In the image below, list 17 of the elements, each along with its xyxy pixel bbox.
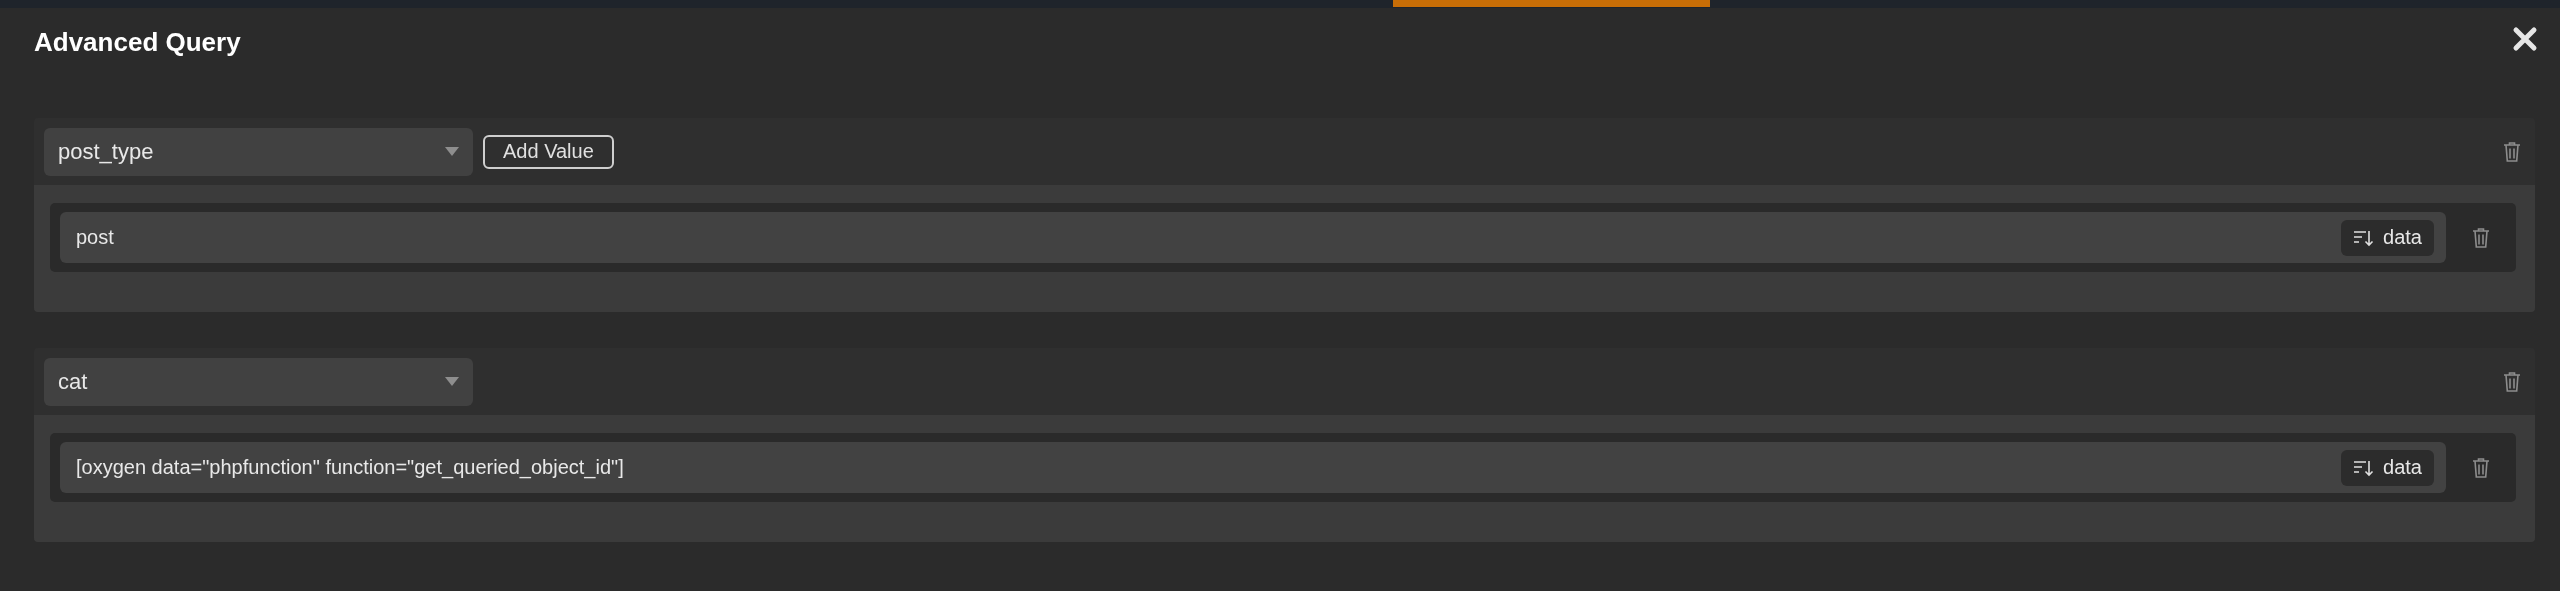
value-field[interactable]: post data bbox=[60, 212, 2446, 263]
trash-icon[interactable] bbox=[2472, 456, 2490, 479]
key-select[interactable]: post_type bbox=[44, 127, 473, 176]
key-select[interactable]: cat bbox=[44, 357, 473, 406]
trash-icon[interactable] bbox=[2503, 140, 2521, 163]
dialog-title: Advanced Query bbox=[34, 27, 241, 58]
close-icon[interactable] bbox=[2512, 26, 2538, 52]
sort-icon bbox=[2353, 228, 2376, 247]
trash-icon[interactable] bbox=[2472, 226, 2490, 249]
value-field[interactable]: [oxygen data="phpfunction" function="get_queried_object_id"] data bbox=[60, 442, 2446, 493]
data-button[interactable]: data bbox=[2341, 449, 2434, 486]
trash-icon[interactable] bbox=[2503, 370, 2521, 393]
sort-icon bbox=[2353, 458, 2376, 477]
data-button[interactable]: data bbox=[2341, 219, 2434, 256]
add-value-button[interactable]: Add Value bbox=[483, 134, 614, 169]
dropdown-caret-icon bbox=[445, 377, 459, 386]
dropdown-caret-icon bbox=[445, 147, 459, 156]
